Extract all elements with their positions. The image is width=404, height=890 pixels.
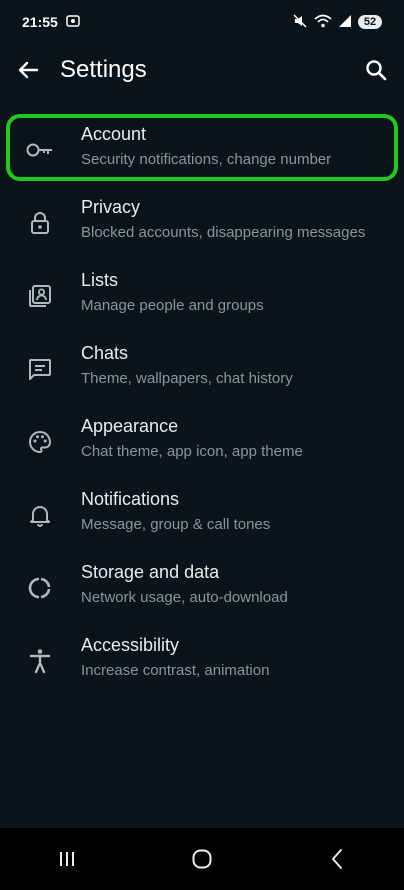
settings-item-subtitle: Security notifications, change number: [81, 151, 332, 168]
settings-item-label: Accessibility: [81, 635, 180, 655]
home-icon[interactable]: [182, 839, 222, 879]
settings-item-label: Chats: [81, 343, 129, 363]
settings-item-subtitle: Network usage, auto-download: [81, 589, 288, 606]
settings-item-subtitle: Blocked accounts, disappearing messages: [81, 224, 366, 241]
settings-item-chats[interactable]: Chats Theme, wallpapers, chat history: [0, 329, 404, 402]
lock-icon: [26, 209, 54, 237]
settings-item-label: Notifications: [81, 489, 180, 509]
arrow-back-icon[interactable]: [16, 58, 40, 82]
settings-item-accessibility[interactable]: Accessibility Increase contrast, animati…: [0, 621, 404, 694]
status-bar: 21:55 52: [0, 0, 404, 44]
wifi-icon: [314, 13, 332, 32]
system-nav-bar: [0, 828, 404, 890]
palette-icon: [26, 428, 54, 456]
bell-icon: [26, 501, 54, 529]
settings-item-lists[interactable]: Lists Manage people and groups: [0, 256, 404, 329]
settings-item-account[interactable]: Account Security notifications, change n…: [0, 110, 404, 183]
app-bar: Settings: [0, 44, 404, 96]
key-icon: [26, 136, 54, 164]
signal-icon: [338, 14, 352, 31]
chat-icon: [26, 355, 54, 383]
back-nav-icon[interactable]: [317, 839, 357, 879]
settings-item-subtitle: Increase contrast, animation: [81, 662, 270, 679]
settings-list: Account Security notifications, change n…: [0, 110, 404, 694]
settings-item-notifications[interactable]: Notifications Message, group & call tone…: [0, 475, 404, 548]
screen-record-icon: [66, 14, 80, 31]
storage-circle-icon: [26, 574, 54, 602]
settings-item-label: Privacy: [81, 197, 141, 217]
recent-apps-icon[interactable]: [47, 839, 87, 879]
accessibility-icon: [26, 647, 54, 675]
settings-item-appearance[interactable]: Appearance Chat theme, app icon, app the…: [0, 402, 404, 475]
search-icon[interactable]: [364, 58, 388, 82]
settings-item-subtitle: Message, group & call tones: [81, 516, 271, 533]
page-title: Settings: [60, 56, 147, 83]
settings-item-subtitle: Chat theme, app icon, app theme: [81, 443, 303, 460]
settings-item-subtitle: Manage people and groups: [81, 297, 264, 314]
settings-item-privacy[interactable]: Privacy Blocked accounts, disappearing m…: [0, 183, 404, 256]
settings-item-label: Storage and data: [81, 562, 220, 582]
settings-item-subtitle: Theme, wallpapers, chat history: [81, 370, 293, 387]
mute-icon: [292, 13, 308, 32]
settings-item-label: Account: [81, 124, 147, 144]
settings-item-label: Appearance: [81, 416, 179, 436]
settings-item-label: Lists: [81, 270, 119, 290]
battery-level: 52: [358, 15, 382, 29]
status-time: 21:55: [22, 14, 58, 30]
contacts-list-icon: [26, 282, 54, 310]
settings-item-storage[interactable]: Storage and data Network usage, auto-dow…: [0, 548, 404, 621]
